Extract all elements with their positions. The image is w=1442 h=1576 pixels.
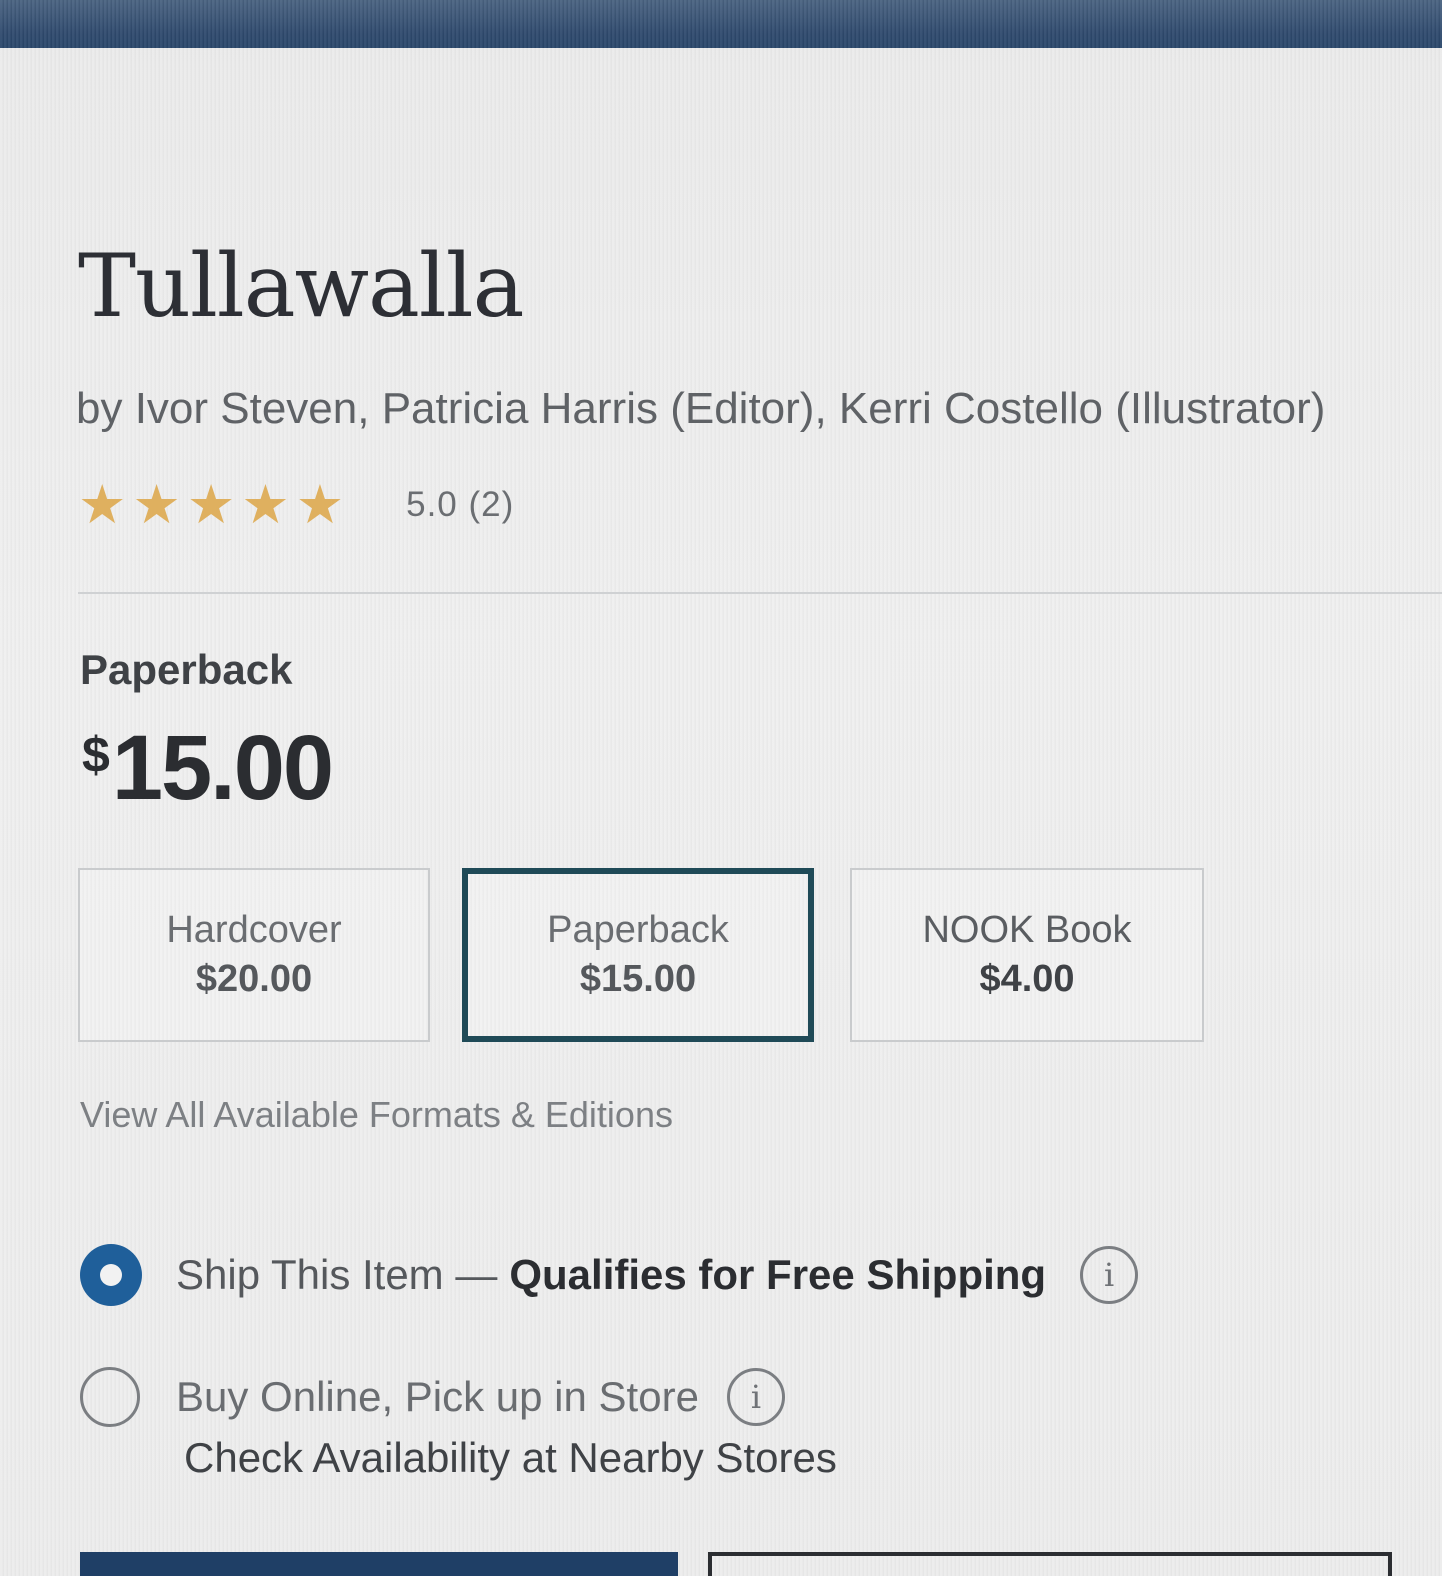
section-divider <box>78 592 1442 594</box>
add-to-cart-button[interactable] <box>80 1552 678 1576</box>
star-icon: ★ <box>186 473 236 536</box>
price-amount: 15.00 <box>111 717 334 819</box>
price-currency-symbol: $ <box>82 727 110 783</box>
format-price: $15.00 <box>579 958 697 1000</box>
info-icon[interactable]: i <box>1080 1246 1139 1304</box>
check-availability-link[interactable]: Check Availability at Nearby Stores <box>184 1434 837 1482</box>
format-name: Paperback <box>547 908 729 951</box>
pickup-radio-button[interactable] <box>80 1367 140 1427</box>
format-option-hardcover[interactable]: Hardcover $20.00 <box>78 868 430 1042</box>
format-price: $4.00 <box>979 958 1075 1000</box>
format-name: NOOK Book <box>922 908 1132 951</box>
format-name: Hardcover <box>166 908 342 951</box>
star-icon: ★ <box>295 473 345 536</box>
pickup-option[interactable]: Buy Online, Pick up in Store i <box>80 1362 785 1432</box>
view-all-formats-link[interactable]: View All Available Formats & Editions <box>80 1094 673 1136</box>
free-shipping-label[interactable]: Qualifies for Free Shipping <box>509 1251 1046 1299</box>
format-price: $20.00 <box>195 958 313 1000</box>
rating-row[interactable]: ★ ★ ★ ★ ★ 5.0 (2) <box>78 475 514 535</box>
star-icon: ★ <box>241 473 290 536</box>
product-price: $ 15.00 <box>82 717 334 819</box>
format-option-paperback[interactable]: Paperback $15.00 <box>462 868 814 1042</box>
format-option-nook-book[interactable]: NOOK Book $4.00 <box>850 868 1204 1042</box>
ship-radio-button[interactable] <box>80 1244 142 1306</box>
selected-format-label: Paperback <box>80 646 293 693</box>
product-title: Tullawalla <box>78 235 524 337</box>
rating-stars[interactable]: ★ ★ ★ ★ ★ <box>78 478 344 532</box>
ship-label[interactable]: Ship This Item — <box>176 1251 497 1299</box>
format-selector: Hardcover $20.00 Paperback $15.00 NOOK B… <box>78 868 1208 1044</box>
star-icon: ★ <box>78 473 127 536</box>
product-page: Tullawalla by Ivor Steven, Patricia Harr… <box>0 0 1442 1576</box>
secondary-action-button[interactable] <box>708 1552 1392 1576</box>
ship-option[interactable]: Ship This Item — Qualifies for Free Ship… <box>80 1240 1139 1310</box>
product-byline[interactable]: by Ivor Steven, Patricia Harris (Editor)… <box>76 384 1325 433</box>
site-header-band <box>0 0 1442 48</box>
info-icon[interactable]: i <box>726 1368 785 1426</box>
pickup-label[interactable]: Buy Online, Pick up in Store <box>176 1373 699 1421</box>
rating-value[interactable]: 5.0 (2) <box>406 485 514 525</box>
star-icon: ★ <box>132 473 181 536</box>
